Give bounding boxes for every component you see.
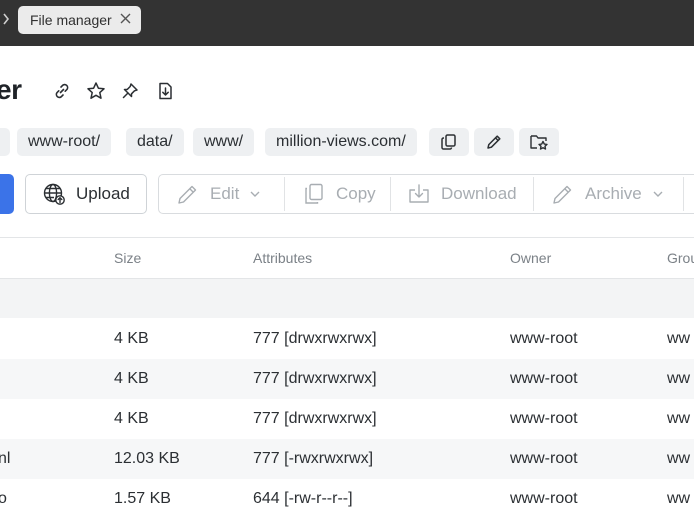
link-icon[interactable] [51,80,73,102]
cell-attributes: 777 [drwxrwxrwx] [253,410,377,427]
download-file-icon[interactable] [154,80,176,102]
chevron-down-icon [653,191,663,197]
table-row[interactable]: 4 KB 777 [drwxrwxrwx] www-root ww [0,399,694,439]
copy-label: Copy [336,184,376,203]
cell-name: nl [0,450,11,467]
copy-icon [441,134,456,150]
page-title: er [0,74,22,105]
cell-size: 4 KB [114,370,149,387]
edit-label: Edit [210,184,240,203]
breadcrumb-item[interactable]: www-root/ [17,128,112,156]
pencil-icon [178,185,197,204]
copy-path-button[interactable] [429,128,469,156]
folder-star-icon [530,135,548,150]
divider [533,177,534,211]
tab-title: File manager [30,12,112,28]
table-row[interactable]: nl 12.03 KB 777 [-rwxrwxrwx] www-root ww [0,439,694,479]
download-label: Download [441,184,517,203]
cell-attributes: 777 [drwxrwxrwx] [253,370,377,387]
pin-icon[interactable] [119,80,141,102]
globe-upload-icon [43,183,65,205]
cell-owner: www-root [510,370,578,387]
cell-owner: www-root [510,450,578,467]
cell-attributes: 777 [drwxrwxrwx] [253,330,377,347]
cell-size: 4 KB [114,410,149,427]
parent-directory-row[interactable] [0,279,694,318]
cell-group: ww [667,330,691,347]
edit-button[interactable]: Edit [176,175,261,213]
star-icon[interactable] [85,80,107,102]
divider [683,177,684,211]
divider [390,177,391,211]
archive-pencil-icon [553,185,572,204]
chevron-down-icon [250,191,260,197]
copy-icon [305,183,323,204]
upload-button[interactable]: Upload [25,174,147,214]
download-icon [409,184,429,203]
cell-owner: www-root [510,490,578,507]
cell-group: ww [667,370,691,387]
breadcrumb-root[interactable] [0,128,10,156]
chevron-right-icon[interactable] [2,12,10,28]
cell-size: 1.57 KB [114,490,171,507]
edit-path-button[interactable] [474,128,514,156]
archive-label: Archive [585,184,642,203]
copy-button[interactable]: Copy [302,175,376,213]
breadcrumb-item[interactable]: data/ [126,128,184,156]
breadcrumb-item[interactable]: million-views.com/ [265,128,417,156]
table-row[interactable]: o 1.57 KB 644 [-rw-r--r--] www-root ww [0,479,694,519]
column-header-group[interactable]: Grou [667,250,694,266]
cell-size: 12.03 KB [114,450,180,467]
upload-label: Upload [76,184,130,203]
file-actions-group: Edit Copy Download Archive [158,174,694,214]
cell-group: ww [667,450,691,467]
tab-file-manager[interactable]: File manager [18,6,141,34]
column-header-attributes[interactable]: Attributes [253,250,312,266]
create-button[interactable] [0,174,14,214]
table-row[interactable]: 4 KB 777 [drwxrwxrwx] www-root ww [0,319,694,359]
cell-owner: www-root [510,410,578,427]
table-top-border [0,237,694,238]
column-header-size[interactable]: Size [114,250,141,266]
pencil-icon [487,135,501,149]
breadcrumb-item[interactable]: www/ [193,128,255,156]
cell-attributes: 777 [-rwxrwxrwx] [253,450,374,467]
download-button[interactable]: Download [407,175,517,213]
table-row[interactable]: 4 KB 777 [drwxrwxrwx] www-root ww [0,359,694,399]
favorite-folder-button[interactable] [519,128,559,156]
cell-group: ww [667,490,691,507]
cell-attributes: 644 [-rw-r--r--] [253,490,353,507]
archive-button[interactable]: Archive [551,175,664,213]
cell-group: ww [667,410,691,427]
cell-size: 4 KB [114,330,149,347]
divider [284,177,285,211]
column-header-owner[interactable]: Owner [510,250,551,266]
cell-name: o [0,490,7,507]
top-bar: File manager [0,0,694,46]
close-icon[interactable] [120,12,131,28]
cell-owner: www-root [510,330,578,347]
